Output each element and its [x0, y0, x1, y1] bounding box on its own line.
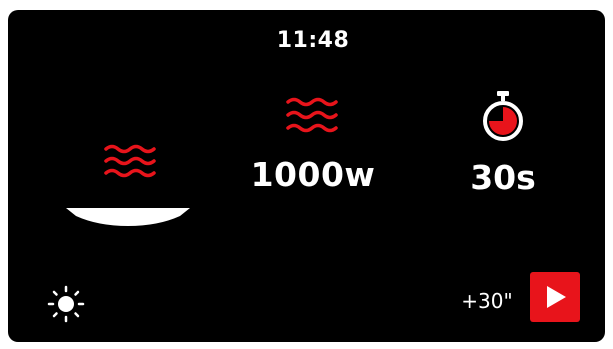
- power-value: 1000w: [250, 155, 376, 194]
- sun-icon: [47, 285, 85, 323]
- power-setting[interactable]: 1000w: [228, 92, 398, 202]
- stopwatch-icon: [483, 91, 523, 141]
- microwave-display: 11:48 1000w 30s +30": [8, 10, 605, 342]
- play-icon: [547, 286, 566, 308]
- clock-time: 11:48: [276, 28, 350, 53]
- cooking-mode-button[interactable]: [58, 138, 198, 238]
- timer-value: 30s: [470, 158, 536, 197]
- start-button[interactable]: [530, 272, 580, 322]
- heat-waves-icon: [286, 97, 338, 133]
- add-30-seconds-button[interactable]: +30": [452, 289, 522, 317]
- timer-setting[interactable]: 30s: [448, 88, 558, 208]
- brightness-button[interactable]: [46, 284, 86, 324]
- dish-with-heat-waves-icon: [66, 144, 190, 226]
